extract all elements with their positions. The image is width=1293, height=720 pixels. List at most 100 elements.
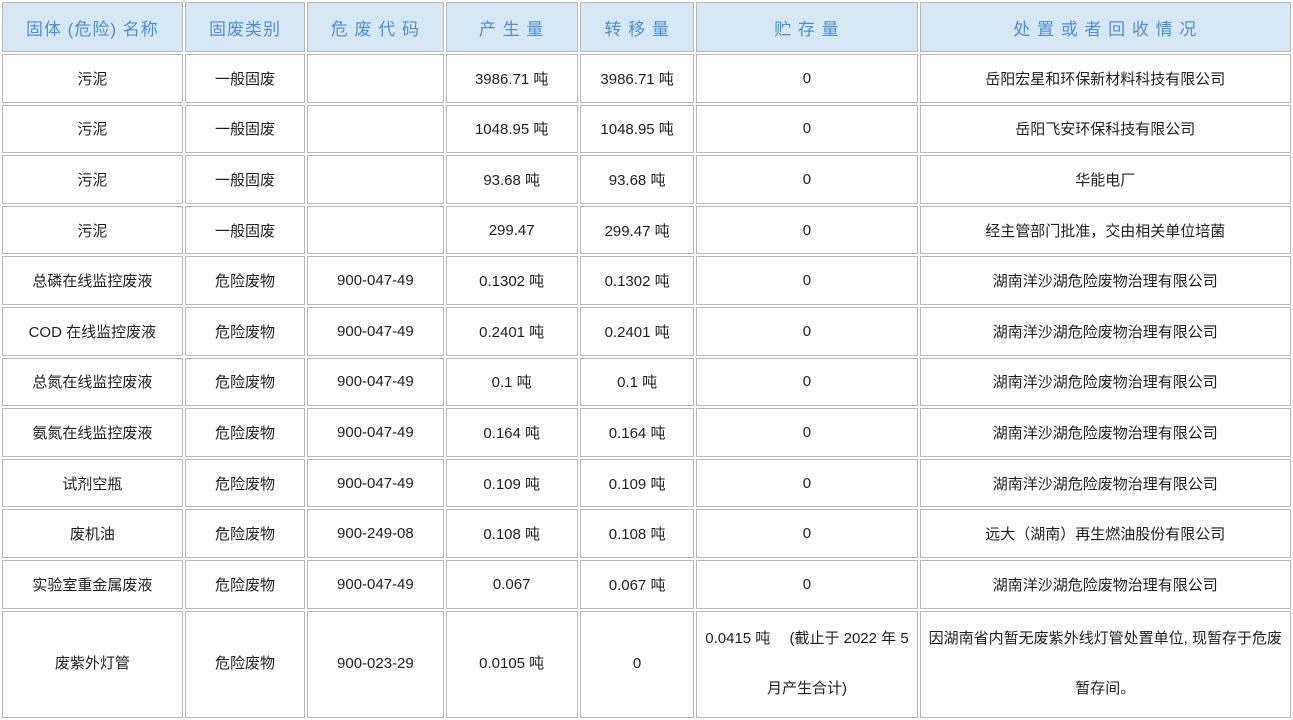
cell-stored-amount: 0.0415 吨 (截止于 2022 年 5 月产生合计) [696,611,917,718]
cell-transferred-amount: 0.164 吨 [580,408,695,457]
table-row: 污泥 一般固废 3986.71 吨 3986.71 吨 0 岳阳宏星和环保新材料… [2,54,1291,103]
cell-waste-category: 危险废物 [185,256,306,305]
cell-waste-category: 危险废物 [185,509,306,558]
cell-waste-category: 一般固废 [185,105,306,154]
cell-waste-category: 危险废物 [185,611,306,718]
col-header-hazard-code: 危 废 代 码 [307,2,443,52]
cell-disposal-recovery: 岳阳宏星和环保新材料科技有限公司 [920,54,1291,103]
cell-transferred-amount: 0.2401 吨 [580,307,695,356]
table-row: 试剂空瓶 危险废物 900-047-49 0.109 吨 0.109 吨 0 湖… [2,459,1291,508]
col-header-produced-amount: 产 生 量 [446,2,578,52]
cell-transferred-amount: 1048.95 吨 [580,105,695,154]
cell-transferred-amount: 0.109 吨 [580,459,695,508]
col-header-transferred-amount: 转 移 量 [580,2,695,52]
cell-solid-name: 污泥 [2,54,183,103]
cell-disposal-recovery: 湖南洋沙湖危险废物治理有限公司 [920,256,1291,305]
table-row: COD 在线监控废液 危险废物 900-047-49 0.2401 吨 0.24… [2,307,1291,356]
cell-transferred-amount: 93.68 吨 [580,155,695,204]
cell-produced-amount: 0.1 吨 [446,358,578,407]
cell-waste-category: 危险废物 [185,459,306,508]
cell-solid-name: 总氮在线监控废液 [2,358,183,407]
cell-hazard-code [307,155,443,204]
cell-transferred-amount: 0.1 吨 [580,358,695,407]
cell-stored-amount: 0 [696,307,917,356]
cell-stored-amount: 0 [696,560,917,609]
cell-transferred-amount: 3986.71 吨 [580,54,695,103]
cell-stored-amount: 0 [696,408,917,457]
cell-produced-amount: 1048.95 吨 [446,105,578,154]
cell-produced-amount: 0.164 吨 [446,408,578,457]
cell-hazard-code: 900-047-49 [307,256,443,305]
cell-disposal-recovery: 岳阳飞安环保科技有限公司 [920,105,1291,154]
cell-disposal-recovery: 湖南洋沙湖危险废物治理有限公司 [920,358,1291,407]
cell-disposal-recovery: 因湖南省内暂无废紫外线灯管处置单位, 现暂存于危废暂存间。 [920,611,1291,718]
cell-waste-category: 一般固废 [185,54,306,103]
cell-produced-amount: 299.47 [446,206,578,255]
cell-disposal-recovery: 湖南洋沙湖危险废物治理有限公司 [920,307,1291,356]
cell-produced-amount: 0.2401 吨 [446,307,578,356]
cell-disposal-recovery: 湖南洋沙湖危险废物治理有限公司 [920,408,1291,457]
cell-stored-amount: 0 [696,459,917,508]
cell-waste-category: 一般固废 [185,206,306,255]
cell-produced-amount: 3986.71 吨 [446,54,578,103]
cell-hazard-code [307,206,443,255]
cell-hazard-code: 900-047-49 [307,459,443,508]
table-row: 氨氮在线监控废液 危险废物 900-047-49 0.164 吨 0.164 吨… [2,408,1291,457]
cell-produced-amount: 0.0105 吨 [446,611,578,718]
cell-waste-category: 一般固废 [185,155,306,204]
col-header-waste-category: 固废类别 [185,2,306,52]
cell-solid-name: 总磷在线监控废液 [2,256,183,305]
cell-solid-name: 污泥 [2,155,183,204]
cell-hazard-code [307,54,443,103]
cell-solid-name: 废机油 [2,509,183,558]
cell-hazard-code: 900-249-08 [307,509,443,558]
cell-disposal-recovery: 湖南洋沙湖危险废物治理有限公司 [920,560,1291,609]
cell-produced-amount: 0.109 吨 [446,459,578,508]
cell-solid-name: 污泥 [2,105,183,154]
col-header-disposal-recovery: 处 置 或 者 回 收 情 况 [920,2,1291,52]
cell-produced-amount: 0.1302 吨 [446,256,578,305]
cell-hazard-code: 900-047-49 [307,408,443,457]
col-header-stored-amount: 贮 存 量 [696,2,917,52]
cell-waste-category: 危险废物 [185,358,306,407]
cell-solid-name: 污泥 [2,206,183,255]
header-row: 固体 (危险) 名称 固废类别 危 废 代 码 产 生 量 转 移 量 贮 存 … [2,2,1291,52]
table-body: 污泥 一般固废 3986.71 吨 3986.71 吨 0 岳阳宏星和环保新材料… [2,54,1291,718]
cell-solid-name: 废紫外灯管 [2,611,183,718]
table-row: 废紫外灯管 危险废物 900-023-29 0.0105 吨 0 0.0415 … [2,611,1291,718]
cell-stored-amount: 0 [696,105,917,154]
solid-waste-table: 固体 (危险) 名称 固废类别 危 废 代 码 产 生 量 转 移 量 贮 存 … [0,0,1293,720]
cell-hazard-code: 900-047-49 [307,560,443,609]
table-row: 污泥 一般固废 1048.95 吨 1048.95 吨 0 岳阳飞安环保科技有限… [2,105,1291,154]
table-row: 总氮在线监控废液 危险废物 900-047-49 0.1 吨 0.1 吨 0 湖… [2,358,1291,407]
waste-report-page: 固体 (危险) 名称 固废类别 危 废 代 码 产 生 量 转 移 量 贮 存 … [0,0,1293,720]
cell-stored-amount: 0 [696,256,917,305]
table-row: 总磷在线监控废液 危险废物 900-047-49 0.1302 吨 0.1302… [2,256,1291,305]
table-row: 废机油 危险废物 900-249-08 0.108 吨 0.108 吨 0 远大… [2,509,1291,558]
table-row: 污泥 一般固废 93.68 吨 93.68 吨 0 华能电厂 [2,155,1291,204]
cell-transferred-amount: 0 [580,611,695,718]
cell-transferred-amount: 0.1302 吨 [580,256,695,305]
table-header: 固体 (危险) 名称 固废类别 危 废 代 码 产 生 量 转 移 量 贮 存 … [2,2,1291,52]
cell-transferred-amount: 299.47 吨 [580,206,695,255]
table-row: 污泥 一般固废 299.47 299.47 吨 0 经主管部门批准，交由相关单位… [2,206,1291,255]
cell-solid-name: 实验室重金属废液 [2,560,183,609]
cell-disposal-recovery: 经主管部门批准，交由相关单位培菌 [920,206,1291,255]
cell-produced-amount: 0.108 吨 [446,509,578,558]
cell-hazard-code: 900-047-49 [307,358,443,407]
cell-stored-amount: 0 [696,509,917,558]
table-row: 实验室重金属废液 危险废物 900-047-49 0.067 0.067 吨 0… [2,560,1291,609]
col-header-solid-name: 固体 (危险) 名称 [2,2,183,52]
cell-disposal-recovery: 湖南洋沙湖危险废物治理有限公司 [920,459,1291,508]
cell-hazard-code [307,105,443,154]
cell-hazard-code: 900-047-49 [307,307,443,356]
cell-solid-name: 试剂空瓶 [2,459,183,508]
cell-waste-category: 危险废物 [185,307,306,356]
cell-produced-amount: 93.68 吨 [446,155,578,204]
cell-disposal-recovery: 远大（湖南）再生燃油股份有限公司 [920,509,1291,558]
cell-stored-amount: 0 [696,358,917,407]
cell-hazard-code: 900-023-29 [307,611,443,718]
cell-solid-name: 氨氮在线监控废液 [2,408,183,457]
cell-produced-amount: 0.067 [446,560,578,609]
cell-stored-amount: 0 [696,206,917,255]
